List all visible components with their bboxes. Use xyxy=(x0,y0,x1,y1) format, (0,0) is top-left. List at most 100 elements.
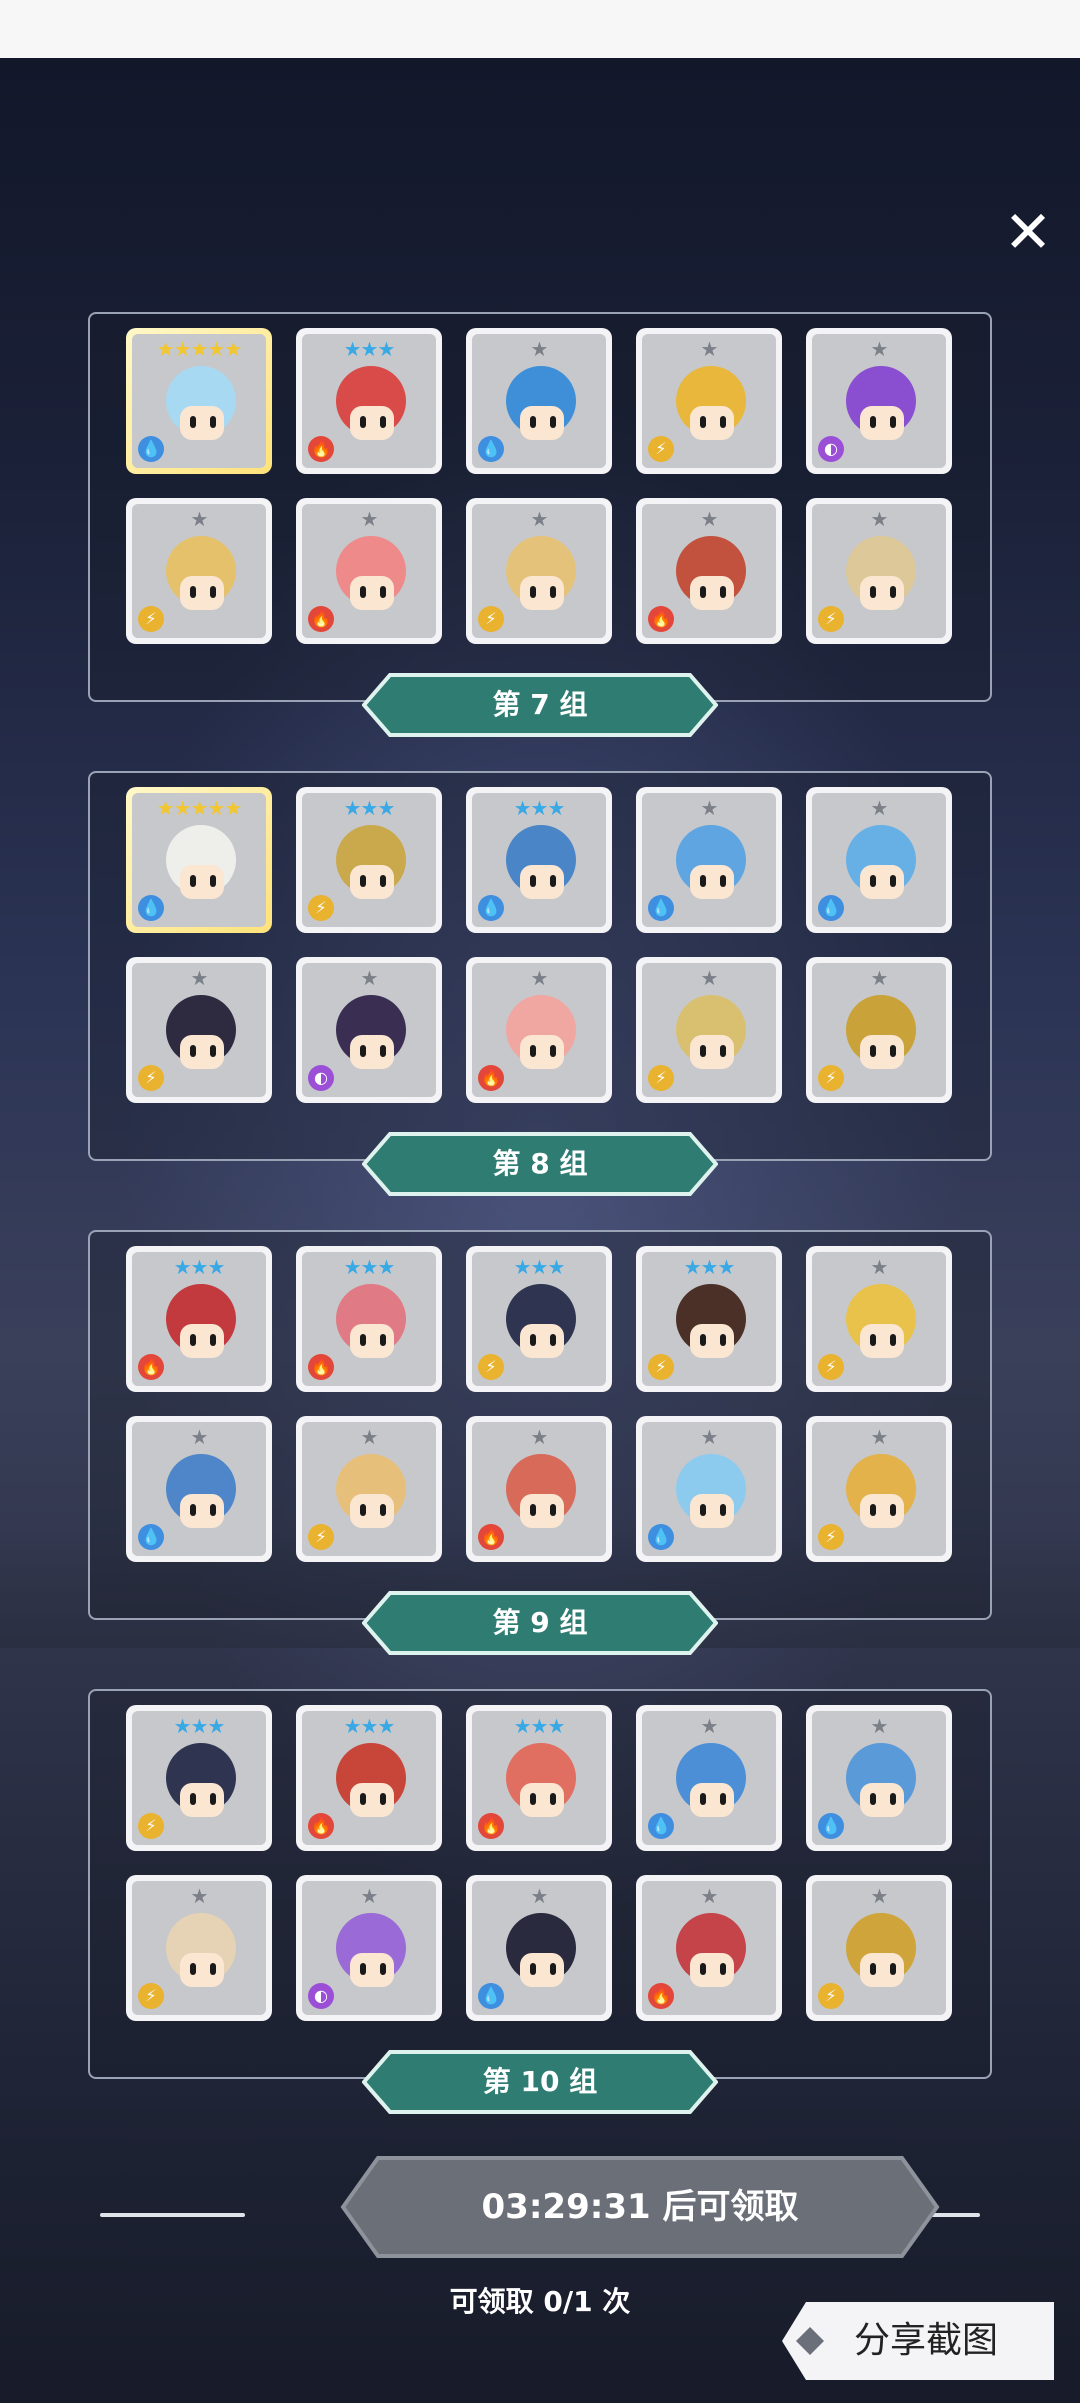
character-eye xyxy=(870,1963,876,1975)
star-rating: ★ xyxy=(870,1255,889,1279)
unit-card[interactable]: ★ 💧 xyxy=(466,328,612,474)
unit-card[interactable]: ★★★ ⚡ xyxy=(636,1246,782,1392)
character-face xyxy=(860,1324,904,1358)
unit-card[interactable]: ★ 💧 xyxy=(636,787,782,933)
unit-card[interactable]: ★ ⚡ xyxy=(126,957,272,1103)
unit-portrait: ★★★ 🔥 xyxy=(472,1711,606,1845)
water-element-icon: 💧 xyxy=(138,436,164,462)
character-eye xyxy=(720,875,726,887)
character-face xyxy=(350,406,394,440)
unit-card[interactable]: ★ ⚡ xyxy=(466,498,612,644)
group-label-10: 第 10 组 xyxy=(362,2050,718,2114)
unit-card[interactable]: ★★★ 🔥 xyxy=(126,1246,272,1392)
unit-card[interactable]: ★★★ 🔥 xyxy=(296,1705,442,1851)
unit-card[interactable]: ★ ⚡ xyxy=(806,957,952,1103)
character-eye xyxy=(530,416,536,428)
unit-card[interactable]: ★★★ ⚡ xyxy=(296,787,442,933)
thunder-element-icon: ⚡ xyxy=(818,1983,844,2009)
character-eye xyxy=(550,1504,556,1516)
star-rating: ★ xyxy=(700,507,719,531)
unit-card[interactable]: ★ ⚡ xyxy=(126,498,272,644)
star-rating: ★ xyxy=(530,966,549,990)
unit-portrait: ★★★ 💧 xyxy=(472,793,606,927)
dark-element-icon: ◐ xyxy=(308,1065,334,1091)
star-rating: ★ xyxy=(700,337,719,361)
unit-card[interactable]: ★★★ 🔥 xyxy=(466,1705,612,1851)
fire-element-icon: 🔥 xyxy=(308,1813,334,1839)
unit-portrait: ★ ⚡ xyxy=(132,504,266,638)
unit-portrait: ★ 💧 xyxy=(642,1422,776,1556)
unit-portrait: ★ 💧 xyxy=(132,1422,266,1556)
character-face xyxy=(520,1494,564,1528)
character-face xyxy=(860,406,904,440)
character-eye xyxy=(720,586,726,598)
unit-card[interactable]: ★ 💧 xyxy=(636,1416,782,1562)
unit-card[interactable]: ★ ⚡ xyxy=(806,498,952,644)
unit-card[interactable]: ★★★ ⚡ xyxy=(126,1705,272,1851)
star-rating: ★ xyxy=(700,1884,719,1908)
thunder-element-icon: ⚡ xyxy=(648,1354,674,1380)
claim-button[interactable]: 03:29:31 后可领取 xyxy=(340,2155,940,2259)
unit-card[interactable]: ★ ⚡ xyxy=(806,1416,952,1562)
thunder-element-icon: ⚡ xyxy=(648,436,674,462)
unit-card[interactable]: ★ 💧 xyxy=(806,787,952,933)
unit-portrait: ★ ⚡ xyxy=(812,1881,946,2015)
unit-card[interactable]: ★ ⚡ xyxy=(296,1416,442,1562)
close-icon[interactable]: ✕ xyxy=(998,202,1058,262)
star-rating: ★ xyxy=(360,1884,379,1908)
unit-card[interactable]: ★ ⚡ xyxy=(636,957,782,1103)
character-eye xyxy=(720,1045,726,1057)
unit-card[interactable]: ★ 💧 xyxy=(466,1875,612,2021)
unit-card[interactable]: ★★★ ⚡ xyxy=(466,1246,612,1392)
status-bar xyxy=(0,0,1080,58)
character-eye xyxy=(700,1963,706,1975)
character-face xyxy=(520,1953,564,1987)
unit-card[interactable]: ★ 🔥 xyxy=(466,957,612,1103)
unit-card[interactable]: ★★★★★ 💧 xyxy=(126,787,272,933)
fire-element-icon: 🔥 xyxy=(648,1983,674,2009)
unit-card[interactable]: ★ 💧 xyxy=(636,1705,782,1851)
unit-card[interactable]: ★ ⚡ xyxy=(806,1875,952,2021)
character-eye xyxy=(550,1334,556,1346)
unit-card[interactable]: ★★★ 🔥 xyxy=(296,328,442,474)
thunder-element-icon: ⚡ xyxy=(138,606,164,632)
character-eye xyxy=(890,875,896,887)
character-eye xyxy=(380,1045,386,1057)
unit-card[interactable]: ★★★ 🔥 xyxy=(296,1246,442,1392)
group-panel-10: ★★★ ⚡ ★★★ 🔥 ★★★ 🔥 ★ 💧 ★ 💧 ★ ⚡ ★ ◐ ★ 💧 ★ 🔥 ★ ⚡ xyxy=(88,1689,992,2079)
character-eye xyxy=(870,1334,876,1346)
unit-portrait: ★ ⚡ xyxy=(812,504,946,638)
unit-card[interactable]: ★ ⚡ xyxy=(636,328,782,474)
unit-portrait: ★ 🔥 xyxy=(472,1422,606,1556)
unit-card[interactable]: ★ 💧 xyxy=(806,1705,952,1851)
character-eye xyxy=(380,1963,386,1975)
unit-card[interactable]: ★ 🔥 xyxy=(296,498,442,644)
unit-card[interactable]: ★ 🔥 xyxy=(636,1875,782,2021)
dark-element-icon: ◐ xyxy=(308,1983,334,2009)
character-eye xyxy=(530,875,536,887)
unit-card[interactable]: ★ ◐ xyxy=(296,1875,442,2021)
unit-card[interactable]: ★★★ 💧 xyxy=(466,787,612,933)
unit-card[interactable]: ★★★★★ 💧 xyxy=(126,328,272,474)
unit-portrait: ★★★ ⚡ xyxy=(472,1252,606,1386)
character-eye xyxy=(380,1504,386,1516)
unit-card[interactable]: ★ ⚡ xyxy=(126,1875,272,2021)
unit-card[interactable]: ★ 🔥 xyxy=(636,498,782,644)
character-eye xyxy=(700,875,706,887)
unit-card[interactable]: ★ 💧 xyxy=(126,1416,272,1562)
unit-card[interactable]: ★ ⚡ xyxy=(806,1246,952,1392)
unit-card[interactable]: ★ ◐ xyxy=(806,328,952,474)
water-element-icon: 💧 xyxy=(818,895,844,921)
star-rating: ★ xyxy=(360,507,379,531)
water-element-icon: 💧 xyxy=(648,895,674,921)
character-eye xyxy=(190,875,196,887)
character-face xyxy=(690,1783,734,1817)
character-face xyxy=(180,1783,224,1817)
character-eye xyxy=(720,416,726,428)
character-eye xyxy=(210,875,216,887)
character-face xyxy=(520,1324,564,1358)
unit-card[interactable]: ★ 🔥 xyxy=(466,1416,612,1562)
unit-card[interactable]: ★ ◐ xyxy=(296,957,442,1103)
share-screenshot-button[interactable]: 分享截图 xyxy=(780,2300,1056,2382)
character-eye xyxy=(700,1504,706,1516)
